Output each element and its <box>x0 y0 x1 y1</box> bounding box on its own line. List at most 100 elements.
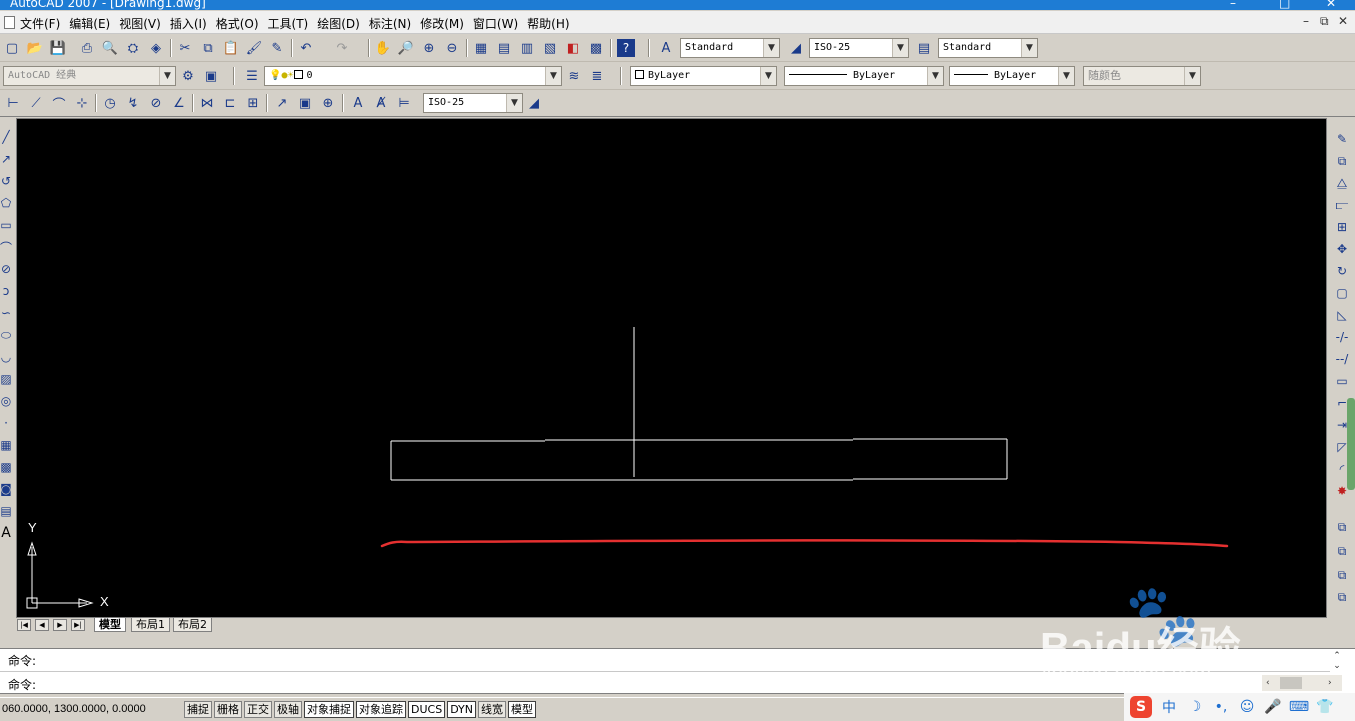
ordinate-dim-icon[interactable]: ⊹ <box>73 94 91 112</box>
point-icon[interactable]: · <box>0 414 12 432</box>
menu-view[interactable]: 视图(V) <box>119 15 167 32</box>
menu-modify[interactable]: 修改(M) <box>420 15 470 32</box>
snap-toggle[interactable]: 捕捉 <box>184 701 212 718</box>
redo-icon[interactable]: ↷ <box>333 39 351 57</box>
move-icon[interactable]: ✥ <box>1333 240 1351 258</box>
block-editor-icon[interactable]: ✎ <box>268 39 286 57</box>
menu-file[interactable]: 文件(F) <box>20 15 66 32</box>
drawing-area[interactable]: Y X <box>16 118 1327 618</box>
scroll-right-icon[interactable]: › <box>1328 678 1332 688</box>
linear-dim-icon[interactable]: ⊢ <box>4 94 22 112</box>
ducs-toggle[interactable]: DUCS <box>408 701 446 718</box>
tab-layout1[interactable]: 布局1 <box>131 618 170 632</box>
open-icon[interactable]: 📂 <box>26 39 44 57</box>
otrack-toggle[interactable]: 对象追踪 <box>356 701 406 718</box>
rectangle-icon[interactable]: ▭ <box>0 216 12 234</box>
construction-line-icon[interactable]: ↗ <box>0 150 12 168</box>
menu-help[interactable]: 帮助(H) <box>527 15 575 32</box>
polyline-icon[interactable]: ↺ <box>0 172 12 190</box>
keyboard-icon[interactable]: ⌨ <box>1286 699 1312 715</box>
baseline-dim-icon[interactable]: ⊏ <box>221 94 239 112</box>
prev-tab-button[interactable]: ◀ <box>35 619 49 631</box>
table-style-icon[interactable]: ▤ <box>915 39 933 57</box>
quick-dim-icon[interactable]: ⋈ <box>198 94 216 112</box>
rotate-icon[interactable]: ↻ <box>1333 262 1351 280</box>
grid-toggle[interactable]: 栅格 <box>214 701 242 718</box>
continue-dim-icon[interactable]: ⊞ <box>244 94 262 112</box>
menu-dimension[interactable]: 标注(N) <box>369 15 417 32</box>
doc-minimize-button[interactable]: – <box>1303 14 1309 28</box>
scroll-left-icon[interactable]: ‹ <box>1266 678 1270 688</box>
3d-dwf-icon[interactable]: ◈ <box>147 39 165 57</box>
tab-model[interactable]: 模型 <box>94 618 126 632</box>
jogged-dim-icon[interactable]: ↯ <box>124 94 142 112</box>
undo-icon[interactable]: ↶ <box>297 39 315 57</box>
scroll-thumb[interactable] <box>1280 677 1302 689</box>
menu-insert[interactable]: 插入(I) <box>170 15 213 32</box>
ellipse-arc-icon[interactable]: ◡ <box>0 348 12 366</box>
menu-edit[interactable]: 编辑(E) <box>69 15 116 32</box>
dim-edit-icon[interactable]: A <box>349 94 367 112</box>
insert-block-icon[interactable]: ▨ <box>0 370 12 388</box>
circle-icon[interactable]: ⊘ <box>0 260 12 278</box>
hatch-icon[interactable]: ▦ <box>0 436 12 454</box>
properties-icon[interactable]: ▦ <box>472 39 490 57</box>
menu-format[interactable]: 格式(O) <box>216 15 265 32</box>
arc-icon[interactable]: ⌒ <box>0 238 12 256</box>
sheet-set-icon[interactable]: ▧ <box>541 39 559 57</box>
lineweight-toggle[interactable]: 线宽 <box>478 701 507 718</box>
plot-preview-icon[interactable]: 🔍 <box>101 39 119 57</box>
close-button[interactable]: ✕ <box>1326 0 1336 10</box>
smiley-icon[interactable]: ☺ <box>1234 699 1260 715</box>
quick-leader-icon[interactable]: ↗ <box>273 94 291 112</box>
dim-style-select[interactable]: ISO-25 ▼ <box>809 38 909 58</box>
table-style-select[interactable]: Standard ▼ <box>938 38 1038 58</box>
arc-length-icon[interactable]: ⌒ <box>50 94 68 113</box>
punctuation-icon[interactable]: •, <box>1208 699 1234 715</box>
region-icon[interactable]: ◙ <box>0 480 12 498</box>
save-icon[interactable]: 💾 <box>49 39 67 57</box>
menu-tools[interactable]: 工具(T) <box>268 15 315 32</box>
design-center-icon[interactable]: ▤ <box>495 39 513 57</box>
minimize-button[interactable]: – <box>1230 0 1236 10</box>
copy-object-icon[interactable]: ⧉ <box>1333 152 1351 170</box>
doc-close-button[interactable]: ✕ <box>1338 14 1348 28</box>
offset-icon[interactable]: ⫍ <box>1333 196 1351 214</box>
dim-style-icon[interactable]: ◢ <box>787 39 805 57</box>
spline-icon[interactable]: ∽ <box>0 304 12 322</box>
command-prompt[interactable]: 命令: <box>8 676 36 693</box>
plot-icon[interactable]: ⎙ <box>78 39 96 57</box>
center-mark-icon[interactable]: ⊕ <box>319 94 337 112</box>
multiline-text-icon[interactable]: A <box>0 524 12 542</box>
layer-previous-icon[interactable]: ≣ <box>588 67 606 85</box>
layer-properties-icon[interactable]: ☰ <box>243 67 261 85</box>
new-icon[interactable]: ▢ <box>3 39 21 57</box>
make-object-layer-current-icon[interactable]: ≋ <box>565 67 583 85</box>
workspace-select[interactable]: AutoCAD 经典 ▼ <box>3 66 176 86</box>
doc-restore-button[interactable]: ⧉ <box>1320 14 1329 29</box>
linetype-select[interactable]: ByLayer ▼ <box>784 66 944 86</box>
draw-order-under-icon[interactable]: ⧉ <box>1333 588 1351 606</box>
break-at-point-icon[interactable]: ▭ <box>1333 372 1351 390</box>
dim-style-manager-icon[interactable]: ◢ <box>525 94 543 112</box>
dim-text-edit-icon[interactable]: Ⱥ <box>372 94 390 112</box>
lineweight-select[interactable]: ByLayer ▼ <box>949 66 1075 86</box>
dim-update-icon[interactable]: ⊨ <box>395 94 413 112</box>
array-icon[interactable]: ⊞ <box>1333 218 1351 236</box>
scale-icon[interactable]: ▢ <box>1333 284 1351 302</box>
angular-dim-icon[interactable]: ∠ <box>170 94 188 112</box>
mirror-icon[interactable]: ⧋ <box>1333 174 1351 192</box>
draw-order-back-icon[interactable]: ⧉ <box>1333 542 1351 560</box>
publish-icon[interactable]: ⛭ <box>124 39 142 57</box>
radius-dim-icon[interactable]: ◷ <box>101 94 119 112</box>
draw-order-front-icon[interactable]: ⧉ <box>1333 518 1351 536</box>
stretch-icon[interactable]: ◺ <box>1333 306 1351 324</box>
coordinate-readout[interactable]: 060.0000, 1300.0000, 0.0000 <box>2 703 146 715</box>
moon-icon[interactable]: ☽ <box>1182 699 1208 715</box>
line-icon[interactable]: ╱ <box>0 128 12 146</box>
polygon-icon[interactable]: ⬠ <box>0 194 12 212</box>
match-properties-icon[interactable]: 🖌 <box>245 39 263 57</box>
copy-icon[interactable]: ⧉ <box>199 39 217 57</box>
menu-draw[interactable]: 绘图(D) <box>317 15 366 32</box>
draw-order-above-icon[interactable]: ⧉ <box>1333 566 1351 584</box>
